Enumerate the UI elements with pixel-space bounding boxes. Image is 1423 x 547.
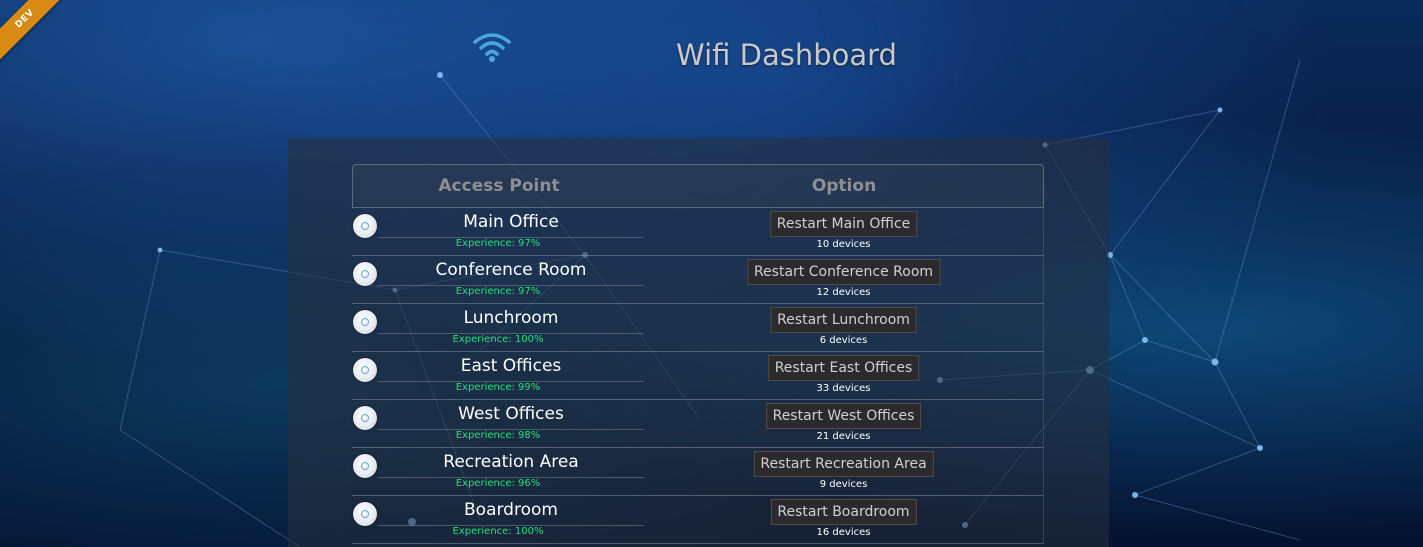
device-count: 21 devices — [816, 431, 871, 442]
page-title: Wifi Dashboard — [676, 38, 897, 72]
table-row: West Offices Experience: 98% Restart Wes… — [352, 400, 1044, 448]
option-cell: Restart Conference Room 12 devices — [644, 256, 1044, 304]
access-point-name: Recreation Area — [443, 452, 579, 472]
access-point-name: Lunchroom — [463, 308, 559, 328]
access-point-device-icon — [353, 502, 377, 526]
access-point-cell: Conference Room Experience: 97% — [352, 256, 644, 304]
option-cell: Restart Boardroom 16 devices — [644, 496, 1044, 544]
device-count: 16 devices — [816, 527, 871, 538]
restart-button[interactable]: Restart Recreation Area — [753, 451, 934, 477]
restart-button[interactable]: Restart Main Office — [769, 211, 918, 237]
device-count: 9 devices — [819, 479, 868, 490]
column-header-access-point: Access Point — [438, 176, 560, 196]
access-point-name: Boardroom — [464, 500, 558, 520]
restart-button[interactable]: Restart West Offices — [765, 403, 922, 429]
access-point-cell: Boardroom Experience: 100% — [352, 496, 644, 544]
device-count: 10 devices — [816, 239, 871, 250]
access-point-panel: Access Point Option Main Office Experien… — [288, 138, 1109, 547]
experience-score: Experience: 97% — [455, 238, 541, 249]
table-header: Access Point Option — [352, 164, 1044, 208]
device-count: 33 devices — [816, 383, 871, 394]
table-row: Main Office Experience: 97% Restart Main… — [352, 208, 1044, 256]
access-point-name: Conference Room — [435, 260, 587, 280]
table-row: Conference Room Experience: 97% Restart … — [352, 256, 1044, 304]
access-point-device-icon — [353, 310, 377, 334]
device-count: 6 devices — [819, 335, 868, 346]
table-row: Boardroom Experience: 100% Restart Board… — [352, 496, 1044, 544]
restart-button[interactable]: Restart Lunchroom — [770, 307, 917, 333]
table-body: Main Office Experience: 97% Restart Main… — [352, 208, 1044, 544]
experience-score: Experience: 100% — [452, 334, 544, 345]
experience-score: Experience: 98% — [455, 430, 541, 441]
access-point-name: West Offices — [458, 404, 564, 424]
option-cell: Restart East Offices 33 devices — [644, 352, 1044, 400]
experience-score: Experience: 99% — [455, 382, 541, 393]
access-point-device-icon — [353, 406, 377, 430]
access-point-name: Main Office — [463, 212, 559, 232]
restart-button[interactable]: Restart East Offices — [767, 355, 920, 381]
column-header-option: Option — [811, 176, 877, 196]
access-point-device-icon — [353, 358, 377, 382]
restart-button[interactable]: Restart Boardroom — [770, 499, 917, 525]
device-count: 12 devices — [816, 287, 871, 298]
access-point-table: Access Point Option Main Office Experien… — [352, 164, 1044, 544]
access-point-cell: East Offices Experience: 99% — [352, 352, 644, 400]
access-point-cell: West Offices Experience: 98% — [352, 400, 644, 448]
access-point-cell: Recreation Area Experience: 96% — [352, 448, 644, 496]
option-cell: Restart Lunchroom 6 devices — [644, 304, 1044, 352]
experience-score: Experience: 100% — [452, 526, 544, 537]
access-point-cell: Lunchroom Experience: 100% — [352, 304, 644, 352]
experience-score: Experience: 96% — [455, 478, 541, 489]
access-point-device-icon — [353, 454, 377, 478]
access-point-device-icon — [353, 262, 377, 286]
table-row: East Offices Experience: 99% Restart Eas… — [352, 352, 1044, 400]
table-row: Lunchroom Experience: 100% Restart Lunch… — [352, 304, 1044, 352]
access-point-device-icon — [353, 214, 377, 238]
access-point-name: East Offices — [460, 356, 562, 376]
table-row: Recreation Area Experience: 96% Restart … — [352, 448, 1044, 496]
option-cell: Restart West Offices 21 devices — [644, 400, 1044, 448]
option-cell: Restart Recreation Area 9 devices — [644, 448, 1044, 496]
option-cell: Restart Main Office 10 devices — [644, 208, 1044, 256]
restart-button[interactable]: Restart Conference Room — [746, 259, 941, 285]
experience-score: Experience: 97% — [455, 286, 541, 297]
access-point-cell: Main Office Experience: 97% — [352, 208, 644, 256]
